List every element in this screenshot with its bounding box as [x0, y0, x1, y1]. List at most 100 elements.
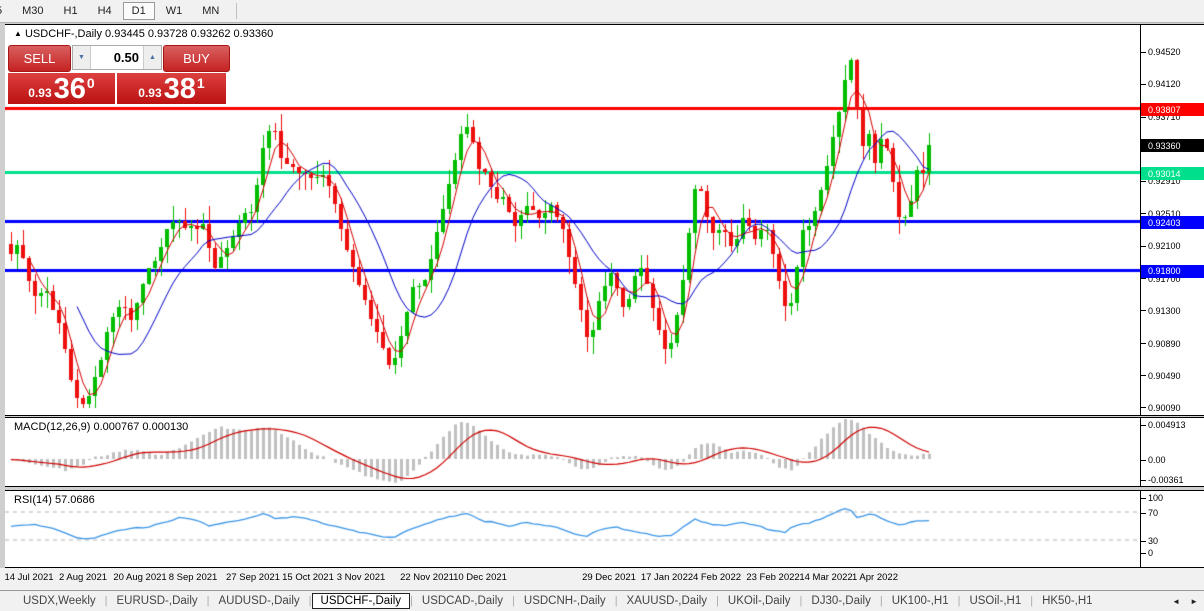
level-price-badge: 0.93807 [1141, 103, 1204, 117]
tick-label: 0.90090 [1148, 402, 1181, 413]
timeframe-button-mn[interactable]: MN [193, 2, 228, 20]
tab-scroll-arrows: ◄ ► [1172, 597, 1198, 606]
badge-label: 0.93014 [1148, 168, 1181, 179]
volume-decrease-icon[interactable]: ▼ [73, 46, 91, 69]
date-label: 10 Dec 2021 [453, 572, 507, 583]
macd-tick: 0.00 [1141, 455, 1166, 465]
date-label: 14 Jul 2021 [4, 572, 54, 583]
tick-mark [1141, 424, 1146, 426]
macd-tick: 0.004913 [1141, 420, 1186, 430]
rsi-name: RSI(14) [14, 494, 52, 506]
chart-tab-usoil-h1[interactable]: USOil-,H1 [960, 594, 1030, 608]
badge-label: 0.91800 [1148, 266, 1181, 277]
rsi-value: 57.0686 [54, 494, 95, 506]
chart-tab-hk50-h1[interactable]: HK50-,H1 [1033, 594, 1102, 608]
price-axis[interactable]: 0.945200.941200.937100.933200.929100.925… [1141, 25, 1204, 415]
timeframe-toolbar: 5M30H1H4D1W1MN [0, 0, 1204, 23]
date-label: 27 Sep 2021 [226, 572, 280, 583]
volume-value[interactable]: 0.50 [91, 46, 143, 69]
date-label: 22 Nov 2021 [400, 572, 454, 583]
tick-label: 0.00 [1148, 455, 1166, 465]
date-label: 17 Jan 2022 [640, 572, 694, 583]
rsi-axis: 100 70 30 0 [1141, 491, 1204, 567]
price-tick: 0.94120 [1141, 79, 1181, 89]
date-label: 2 Aug 2021 [58, 572, 108, 583]
tick-label: 0.90490 [1148, 370, 1181, 381]
timeframe-button-d1[interactable]: D1 [122, 2, 155, 20]
timeframe-button-w1[interactable]: W1 [157, 2, 192, 20]
rsi-tick: 100 [1141, 493, 1163, 503]
tick-mark [1141, 51, 1146, 53]
tick-mark [1141, 343, 1146, 345]
tick-label: 70 [1148, 508, 1159, 518]
chart-tab-eurusd-daily[interactable]: EURUSD-,Daily [108, 594, 207, 608]
chart-tab-usdcnh-daily[interactable]: USDCNH-,Daily [515, 594, 615, 608]
timeframe-button-5[interactable]: 5 [0, 2, 11, 20]
price-chart-panel: ▲ USDCHF-,Daily 0.93445 0.93728 0.93262 … [5, 24, 1204, 416]
badge-label: 0.92403 [1148, 217, 1181, 228]
time-axis[interactable]: 14 Jul 2021 2 Aug 2021 20 Aug 2021 8 Sep 20… [0, 568, 1204, 590]
price-tick: 0.91300 [1141, 306, 1181, 316]
rsi-label: RSI(14) 57.0686 [14, 494, 95, 506]
price-chart-plot[interactable]: ▲ USDCHF-,Daily 0.93445 0.93728 0.93262 … [5, 25, 1141, 415]
date-label: 4 Feb 2022 [692, 572, 742, 583]
tab-scroll-right-icon[interactable]: ► [1190, 597, 1198, 606]
chart-tab-ukoil-daily[interactable]: UKOil-,Daily [719, 594, 800, 608]
timeframe-button-h1[interactable]: H1 [55, 2, 87, 20]
tab-scroll-left-icon[interactable]: ◄ [1172, 597, 1180, 606]
chart-symbol-label: USDCHF-,Daily [24, 28, 102, 40]
tick-label: -0.00361 [1148, 475, 1184, 485]
chart-title: ▲ USDCHF-,Daily 0.93445 0.93728 0.93262 … [14, 28, 273, 40]
timeframe-button-m30[interactable]: M30 [13, 2, 52, 20]
chart-tab-uk100-h1[interactable]: UK100-,H1 [883, 594, 958, 608]
tick-label: 0.92100 [1148, 241, 1181, 252]
sell-price-fraction: 0 [86, 75, 95, 91]
tick-mark [1141, 512, 1146, 514]
tick-mark [1141, 540, 1146, 542]
buy-price-display[interactable]: 0.93 38 1 [117, 73, 226, 104]
macd-axis: 0.004913 0.00 -0.00361 [1141, 418, 1204, 486]
tick-mark [1141, 310, 1146, 312]
toolbar-separator [236, 3, 238, 19]
chart-tab-usdchf-daily[interactable]: USDCHF-,Daily [311, 593, 411, 609]
sell-price-display[interactable]: 0.93 36 0 [8, 73, 115, 104]
level-price-badge: 0.92403 [1141, 216, 1204, 230]
chart-ohlc-values: 0.93445 0.93728 0.93262 0.93360 [105, 28, 274, 40]
sell-price-pips: 36 [53, 73, 86, 105]
tick-mark [1141, 375, 1146, 377]
sell-price-prefix: 0.93 [28, 86, 52, 100]
tick-mark [1141, 497, 1146, 499]
rsi-panel: RSI(14) 57.0686 100 70 30 0 [5, 490, 1204, 568]
level-price-badge: 0.93014 [1141, 167, 1204, 181]
tick-mark [1141, 213, 1146, 215]
rsi-plot[interactable]: RSI(14) 57.0686 [5, 491, 1141, 567]
tick-mark [1141, 552, 1146, 554]
tick-label: 0.91300 [1148, 305, 1181, 316]
chart-tab-audusd-daily[interactable]: AUDUSD-,Daily [210, 594, 309, 608]
volume-increase-icon[interactable]: ▲ [143, 46, 161, 69]
rsi-tick: 30 [1141, 536, 1158, 546]
date-label: 20 Aug 2021 [113, 572, 167, 583]
macd-plot[interactable]: MACD(12,26,9) 0.000767 0.000130 [5, 418, 1141, 486]
tick-mark [1141, 459, 1146, 461]
timeframe-button-h4[interactable]: H4 [89, 2, 121, 20]
buy-price-pips: 38 [163, 73, 196, 105]
rsi-canvas [5, 491, 1140, 567]
chart-tab-dj30-daily[interactable]: DJ30-,Daily [802, 594, 879, 608]
price-tick: 0.94520 [1141, 47, 1181, 57]
tick-mark [1141, 245, 1146, 247]
chart-tab-bar: USDX,Weekly | EURUSD-,Daily | AUDUSD-,Daily |… [0, 590, 1204, 611]
macd-label: MACD(12,26,9) 0.000767 0.000130 [14, 421, 188, 433]
tick-mark [1141, 116, 1146, 118]
macd-tick: -0.00361 [1141, 475, 1184, 485]
chart-tab-usdcad-daily[interactable]: USDCAD-,Daily [413, 594, 512, 608]
one-click-trade-widget: SELL ▼ 0.50 ▲ BUY 0.93 36 0 0.93 38 1 [8, 45, 230, 105]
chart-tab-xauusd-daily[interactable]: XAUUSD-,Daily [618, 594, 717, 608]
chart-tab-usdx-weekly[interactable]: USDX,Weekly [14, 594, 105, 608]
tick-mark [1141, 479, 1146, 481]
price-tick: 0.90890 [1141, 339, 1181, 349]
sell-button[interactable]: SELL [8, 45, 71, 72]
macd-values: 0.000767 0.000130 [93, 421, 189, 433]
buy-button[interactable]: BUY [163, 45, 230, 72]
tick-label: 0.004913 [1148, 420, 1186, 430]
